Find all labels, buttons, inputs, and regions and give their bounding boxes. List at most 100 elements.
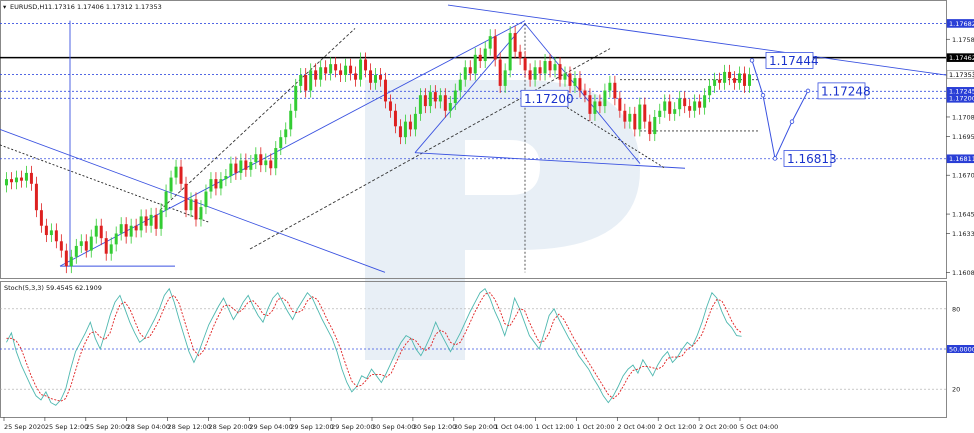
candle [294, 78, 298, 118]
candle [169, 170, 173, 199]
candle [229, 156, 233, 184]
candle [279, 130, 283, 156]
candle [19, 170, 23, 188]
forecast-label-text: 1.17248 [821, 84, 871, 98]
candle [563, 66, 567, 87]
forecast-label-1.16813: 1.16813 [783, 150, 837, 167]
price-tick: 1.16330 [952, 230, 974, 238]
candle [274, 141, 278, 176]
forecast-label-text: 1.17200 [524, 92, 574, 106]
stoch-axis: 80 50.0000 20 [947, 305, 974, 394]
price-tick: 1.17580 [952, 36, 974, 44]
candle [339, 63, 343, 83]
candle [284, 122, 288, 145]
candle [743, 66, 747, 93]
forecast-node[interactable] [760, 93, 766, 98]
forecast-label-1.17200: 1.17200 [520, 89, 574, 107]
ohlc-header: 1.17316 1.17406 1.17312 1.17353 [48, 3, 162, 11]
candle [513, 26, 517, 59]
candle [74, 238, 78, 264]
candle [488, 29, 492, 56]
chart-window: 1.17444 1.17248 1.16813 1.17200 1.17580 1.17… [0, 0, 974, 433]
candle [214, 172, 218, 196]
candle [134, 218, 138, 238]
candle [653, 109, 657, 142]
candle [209, 172, 213, 199]
price-tick: 1.17080 [952, 113, 974, 121]
candle [24, 165, 28, 188]
price-level-tag: 1.17200 [946, 94, 974, 103]
forecast-node[interactable] [772, 156, 778, 161]
candle [698, 94, 702, 115]
chart-canvas[interactable]: 1.17444 1.17248 1.16813 1.17200 1.17580 1.17… [0, 0, 974, 433]
candle [84, 234, 88, 258]
candle [219, 172, 223, 196]
candle [239, 153, 243, 180]
candle [518, 44, 522, 65]
price-axis: 1.175801.173501.170801.169551.167051.164… [946, 19, 974, 277]
candle [244, 153, 248, 177]
candle [493, 29, 497, 67]
stoch-header: Stoch(5,3,3) 59.4545 62.1909 [4, 284, 102, 292]
candle [119, 217, 123, 241]
forecast-label-text: 1.17444 [769, 54, 819, 68]
candle [703, 88, 707, 115]
candle [688, 99, 692, 118]
time-tick: 2 Oct 04:00 [617, 423, 655, 431]
candle [738, 66, 742, 90]
candle [79, 234, 83, 253]
candle [304, 68, 308, 98]
forecast-node[interactable] [805, 88, 811, 94]
price-tick: 1.16955 [952, 133, 974, 141]
time-tick: 30 Sep 12:00 [413, 423, 456, 431]
candle [264, 153, 268, 173]
candle [59, 234, 63, 258]
symbol-header: EURUSD,H1 [10, 3, 48, 11]
svg-text:1.17682: 1.17682 [949, 20, 974, 28]
candle [144, 209, 148, 233]
time-tick: 1 Oct 04:00 [495, 423, 533, 431]
candle [728, 64, 732, 86]
candle [613, 75, 617, 106]
stoch-tick: 50.0000 [949, 345, 974, 353]
time-tick: 28 Sep 04:00 [127, 423, 170, 431]
time-tick: 29 Sep 12:00 [290, 423, 333, 431]
candle [54, 223, 58, 249]
time-tick: 28 Sep 12:00 [168, 423, 211, 431]
candle [473, 47, 477, 81]
candle [49, 223, 53, 243]
price-level-tag: 1.16811 [946, 154, 974, 163]
price-tick: 1.16705 [952, 172, 974, 180]
time-tick: 1 Oct 12:00 [536, 423, 574, 431]
time-tick: 30 Sep 20:00 [454, 423, 497, 431]
time-tick: 1 Oct 20:00 [576, 423, 614, 431]
candle [129, 218, 133, 244]
candle [29, 165, 33, 191]
forecast-node[interactable] [749, 58, 755, 63]
candle [354, 66, 358, 87]
candle [713, 72, 717, 93]
candle [319, 60, 323, 87]
candle [478, 47, 482, 69]
stoch-tick: 20 [952, 386, 960, 394]
candle [44, 218, 48, 243]
candle [658, 103, 662, 124]
time-tick: 25 Sep 12:00 [45, 423, 88, 431]
candle [179, 159, 183, 191]
time-tick: 2 Oct 20:00 [699, 423, 737, 431]
candle [149, 207, 153, 233]
candle [94, 218, 98, 244]
forecast-line[interactable] [751, 60, 809, 161]
svg-text:1.16811: 1.16811 [949, 155, 974, 163]
parallel-channel-upper[interactable] [159, 28, 356, 211]
long-resistance-line[interactable] [447, 4, 947, 76]
candle [324, 60, 328, 81]
candle [633, 106, 637, 137]
candle [224, 169, 228, 187]
candle [34, 176, 38, 218]
downtrend-line-left[interactable] [0, 128, 386, 273]
forecast-node[interactable] [789, 119, 795, 124]
candle [483, 41, 487, 69]
candle [718, 72, 722, 90]
candle [538, 60, 542, 81]
